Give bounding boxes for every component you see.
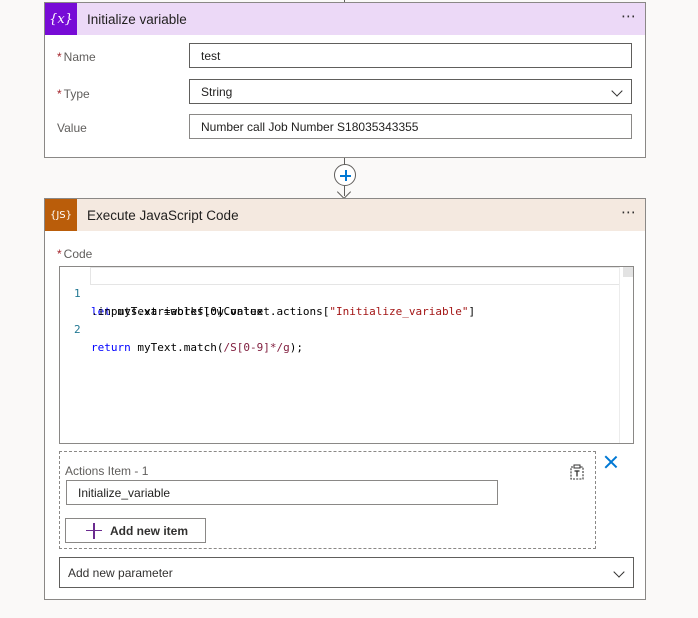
- card-title: Initialize variable: [87, 11, 187, 27]
- card-title: Execute JavaScript Code: [87, 207, 239, 223]
- chevron-down-icon: [613, 566, 625, 578]
- code-editor[interactable]: 1 let myText =workflowContext.actions["I…: [59, 266, 634, 444]
- code-line-1-wrap: .inputs.variables[0].value: [91, 305, 264, 318]
- more-options-icon[interactable]: ⋯: [621, 205, 637, 220]
- type-label: * Type: [57, 87, 90, 101]
- execute-javascript-header[interactable]: {JS} Execute JavaScript Code ⋯: [45, 199, 645, 231]
- scroll-thumb[interactable]: [623, 267, 633, 277]
- initialize-variable-card: {x} Initialize variable ⋯ * Name test * Ty…: [44, 2, 646, 158]
- value-input[interactable]: Number call Job Number S18035343355: [189, 114, 632, 139]
- plus-icon: [86, 522, 102, 539]
- code-scrollbar[interactable]: [619, 267, 633, 443]
- value-label: Value: [57, 121, 87, 135]
- type-value: String: [201, 84, 233, 99]
- add-new-item-button[interactable]: Add new item: [65, 518, 206, 543]
- more-options-icon[interactable]: ⋯: [621, 9, 637, 24]
- actions-item-input[interactable]: Initialize_variable: [66, 480, 498, 505]
- variable-icon: {x}: [45, 3, 77, 35]
- execute-javascript-card: {JS} Execute JavaScript Code ⋯ * Code 1 l…: [44, 198, 646, 600]
- add-new-parameter-dropdown[interactable]: Add new parameter: [59, 557, 634, 588]
- code-line-2: 2 return myText.match(/S[0-9]*/g);: [74, 323, 303, 354]
- name-label: * Name: [57, 50, 96, 64]
- arrow-down-icon: [336, 184, 352, 200]
- javascript-icon: {JS}: [45, 199, 77, 231]
- actions-item-group: Actions Item - 1 Initialize_variable Add…: [59, 451, 596, 549]
- code-line-1: 1 let myText =workflowContext.actions["I…: [74, 287, 476, 318]
- remove-item-close-icon[interactable]: [604, 455, 618, 469]
- add-parameter-label: Add new parameter: [68, 565, 173, 580]
- type-select[interactable]: String: [189, 79, 632, 104]
- current-line-highlight: [90, 267, 633, 285]
- initialize-variable-header[interactable]: {x} Initialize variable ⋯: [45, 3, 645, 35]
- chevron-down-icon: [611, 85, 623, 97]
- actions-item-label: Actions Item - 1: [65, 464, 149, 478]
- name-input[interactable]: test: [189, 43, 632, 68]
- code-label: * Code: [57, 247, 93, 261]
- switch-to-text-mode-icon[interactable]: [569, 464, 585, 480]
- insert-step-plus-icon[interactable]: [334, 164, 356, 186]
